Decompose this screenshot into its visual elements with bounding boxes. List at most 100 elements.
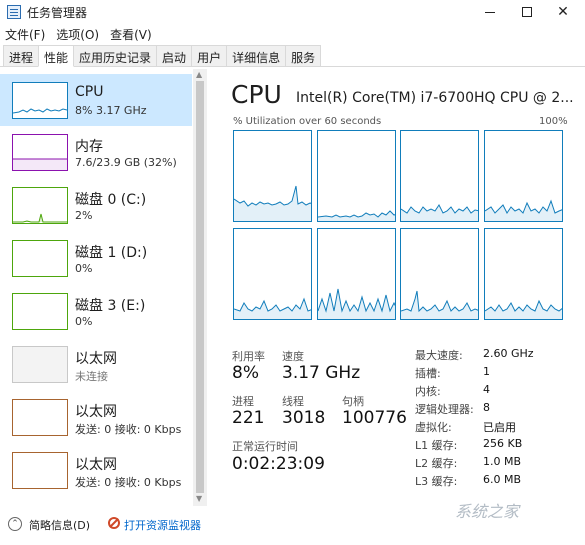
ethernet-2-thumbnail [12, 399, 68, 436]
page-title: CPU [231, 80, 282, 109]
processes-label: 进程 [232, 395, 254, 408]
sidebar-item-ethernet-1[interactable]: 以太网 未连接 [0, 338, 192, 390]
sidebar-item-value: 8% 3.17 GHz [75, 104, 147, 117]
handles-value: 100776 [342, 408, 407, 428]
sidebar-item-label: 以太网 [75, 351, 117, 367]
sidebar-item-disk-3[interactable]: 磁盘 3 (E:) 0% [0, 285, 192, 337]
resource-monitor-icon[interactable] [108, 517, 120, 529]
title-bar: 任务管理器 ✕ [0, 0, 585, 24]
tab-performance[interactable]: 性能 [38, 45, 75, 67]
handles-label: 句柄 [342, 395, 364, 408]
spec-label: L2 缓存: [415, 457, 458, 470]
spec-value: 4 [483, 383, 490, 396]
utilization-label: 利用率 [232, 350, 265, 363]
chevron-up-icon[interactable]: ⌃ [8, 517, 22, 531]
sidebar-item-value: 未连接 [75, 370, 108, 383]
cpu-core-graph-5 [317, 228, 396, 320]
spec-label: L1 缓存: [415, 439, 458, 452]
sidebar-item-disk-0[interactable]: 磁盘 0 (C:) 2% [0, 179, 192, 231]
cpu-core-graph-6 [400, 228, 479, 320]
spec-label: 逻辑处理器: [415, 403, 474, 416]
close-button[interactable]: ✕ [541, 0, 585, 24]
sidebar-item-memory[interactable]: 内存 7.6/23.9 GB (32%) [0, 126, 192, 178]
spec-label: 最大速度: [415, 349, 463, 362]
uptime-label: 正常运行时间 [232, 440, 298, 453]
cpu-core-graph-3 [484, 130, 563, 222]
sidebar-item-label: 磁盘 3 (E:) [75, 298, 146, 314]
uptime-value: 0:02:23:09 [232, 454, 325, 474]
fewer-details-link[interactable]: 简略信息(D) [29, 517, 90, 533]
sidebar-item-value: 0% [75, 315, 93, 328]
tab-details[interactable]: 详细信息 [226, 45, 287, 66]
spec-value: 2.60 GHz [483, 347, 534, 360]
cpu-core-graph-0 [233, 130, 312, 222]
task-manager-icon [7, 5, 21, 19]
threads-label: 线程 [282, 395, 304, 408]
sidebar-item-label: 磁盘 0 (C:) [75, 192, 147, 208]
ethernet-3-thumbnail [12, 452, 68, 489]
cpu-thumbnail [12, 82, 68, 119]
sidebar-item-disk-1[interactable]: 磁盘 1 (D:) 0% [0, 232, 192, 284]
sidebar-item-value: 发送: 0 接收: 0 Kbps [75, 423, 182, 436]
spec-value: 6.0 MB [483, 473, 522, 486]
sidebar-item-ethernet-2[interactable]: 以太网 发送: 0 接收: 0 Kbps [0, 391, 192, 443]
spec-label: 虚拟化: [415, 421, 452, 434]
scroll-down-icon[interactable]: ▼ [196, 494, 202, 503]
cpu-core-graph-1 [317, 130, 396, 222]
graph-caption: % Utilization over 60 seconds [233, 116, 382, 127]
disk-3-thumbnail [12, 293, 68, 330]
tab-startup[interactable]: 启动 [156, 45, 193, 66]
sidebar-item-value: 发送: 0 接收: 0 Kbps [75, 476, 182, 489]
speed-label: 速度 [282, 350, 304, 363]
sidebar-item-ethernet-3[interactable]: 以太网 发送: 0 接收: 0 Kbps [0, 444, 192, 496]
spec-label: 内核: [415, 385, 441, 398]
processes-value: 221 [232, 408, 265, 428]
tab-app-history[interactable]: 应用历史记录 [73, 45, 158, 66]
cpu-core-graph-7 [484, 228, 563, 320]
scrollbar-thumb[interactable] [196, 81, 204, 493]
menu-view[interactable]: 查看(V) [110, 26, 152, 43]
spec-value: 8 [483, 401, 490, 414]
tab-strip: 进程 性能 应用历史记录 启动 用户 详细信息 服务 [0, 45, 585, 67]
watermark-logo: 系统之家 [455, 502, 520, 521]
close-icon: ✕ [557, 4, 569, 20]
disk-0-thumbnail [12, 187, 68, 224]
disk-1-thumbnail [12, 240, 68, 277]
spec-label: L3 缓存: [415, 475, 458, 488]
minimize-icon [485, 11, 495, 13]
spec-value: 1 [483, 365, 490, 378]
window-title: 任务管理器 [27, 6, 88, 20]
tab-processes[interactable]: 进程 [3, 45, 40, 66]
spec-value: 已启用 [483, 421, 516, 434]
spec-value: 1.0 MB [483, 455, 522, 468]
sidebar-item-label: 以太网 [75, 457, 117, 473]
menu-bar: 文件(F) 选项(O) 查看(V) [0, 24, 585, 44]
resource-sidebar: CPU 8% 3.17 GHz 内存 7.6/23.9 GB (32%) 磁盘 … [0, 69, 207, 506]
maximize-icon [522, 7, 532, 17]
sidebar-item-value: 7.6/23.9 GB (32%) [75, 156, 177, 169]
cpu-core-graph-2 [400, 130, 479, 222]
spec-label: 插槽: [415, 367, 441, 380]
sidebar-item-value: 2% [75, 209, 93, 222]
sidebar-item-label: 以太网 [75, 404, 117, 420]
speed-value: 3.17 GHz [282, 363, 361, 383]
sidebar-item-cpu[interactable]: CPU 8% 3.17 GHz [0, 74, 192, 126]
sidebar-item-label: CPU [75, 84, 104, 100]
memory-thumbnail [12, 134, 68, 171]
sidebar-scrollbar[interactable]: ▲ ▼ [193, 69, 207, 506]
ethernet-1-thumbnail [12, 346, 68, 383]
cpu-model: Intel(R) Core(TM) i7-6700HQ CPU @ 2... [296, 90, 574, 106]
tab-users[interactable]: 用户 [191, 45, 228, 66]
menu-file[interactable]: 文件(F) [5, 26, 45, 43]
scroll-up-icon[interactable]: ▲ [196, 70, 202, 79]
tab-services[interactable]: 服务 [285, 45, 322, 66]
sidebar-item-value: 0% [75, 262, 93, 275]
sidebar-item-label: 磁盘 1 (D:) [75, 245, 148, 261]
graph-max-label: 100% [539, 116, 568, 127]
open-resource-monitor-link[interactable]: 打开资源监视器 [124, 517, 201, 533]
sidebar-item-label: 内存 [75, 139, 103, 155]
menu-options[interactable]: 选项(O) [56, 26, 99, 43]
utilization-value: 8% [232, 363, 259, 383]
threads-value: 3018 [282, 408, 326, 428]
cpu-core-graph-4 [233, 228, 312, 320]
